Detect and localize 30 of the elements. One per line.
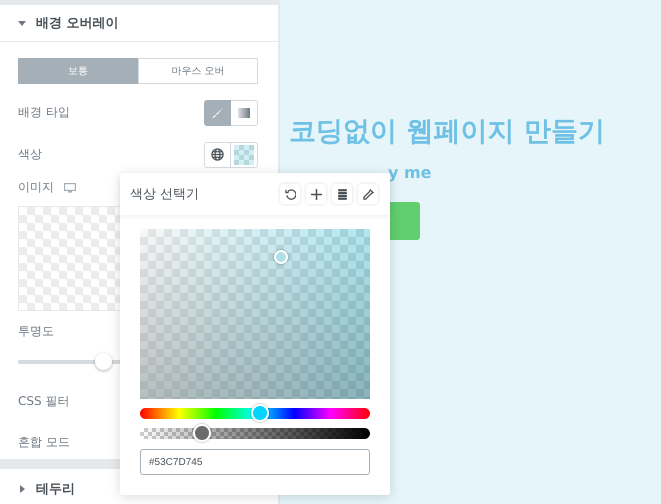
state-tab[interactable]: 마우스 오버 xyxy=(138,58,258,84)
saturation-area[interactable] xyxy=(140,229,370,399)
reset-icon[interactable] xyxy=(280,184,300,204)
color-thumb[interactable] xyxy=(274,250,288,264)
hex-input[interactable]: #53C7D745 xyxy=(140,449,370,475)
field-label: CSS 필터 xyxy=(18,393,70,410)
alpha-thumb[interactable] xyxy=(193,424,212,442)
section-title[interactable]: 테두리 xyxy=(36,480,75,498)
brush-button[interactable] xyxy=(204,100,231,126)
add-icon[interactable] xyxy=(306,184,326,204)
brush-icon xyxy=(212,106,224,119)
field-label: 투명도 xyxy=(18,323,54,340)
stack-icon[interactable] xyxy=(332,184,352,204)
picker-title: 색상 선택기 xyxy=(130,186,200,203)
color-swatch[interactable] xyxy=(231,142,258,168)
subtitle-text: y me xyxy=(387,162,433,184)
field-label: 색상 xyxy=(18,146,42,164)
hue-thumb[interactable] xyxy=(250,404,269,422)
field-label: 배경 타입 xyxy=(18,104,70,122)
field-label: 이미지 xyxy=(18,179,54,196)
field-label: 혼합 모드 xyxy=(18,434,70,452)
gradient-button[interactable] xyxy=(231,100,258,126)
globe-icon xyxy=(211,148,224,162)
page-heading: 코딩없이 웹페이지 만들기 xyxy=(289,115,606,149)
monitor-icon[interactable] xyxy=(64,182,76,193)
slider-thumb[interactable] xyxy=(95,352,112,370)
global-colors-button[interactable] xyxy=(204,142,231,168)
gradient-icon xyxy=(238,108,250,118)
eyedropper-icon[interactable] xyxy=(358,184,378,204)
section-title[interactable]: 배경 오버레이 xyxy=(36,14,119,32)
